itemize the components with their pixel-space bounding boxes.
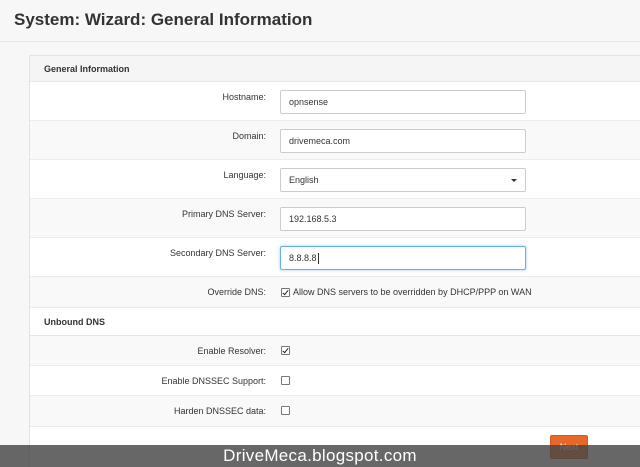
- watermark-text: DriveMeca.blogspot.com: [223, 446, 417, 465]
- enable-dnssec-label: Enable DNSSEC Support:: [161, 376, 266, 386]
- language-label: Language:: [223, 170, 266, 180]
- hostname-row: Hostname: opnsense: [30, 82, 640, 121]
- override-dns-label: Override DNS:: [207, 287, 266, 297]
- primary-dns-input[interactable]: 192.168.5.3: [280, 207, 526, 231]
- chevron-down-icon: [511, 179, 517, 182]
- harden-dnssec-label: Harden DNSSEC data:: [173, 406, 266, 416]
- secondary-dns-row: Secondary DNS Server: 8.8.8.8: [30, 238, 640, 277]
- page-header: System: Wizard: General Information: [0, 0, 640, 42]
- secondary-dns-label: Secondary DNS Server:: [169, 248, 266, 258]
- enable-resolver-label: Enable Resolver:: [197, 346, 266, 356]
- harden-dnssec-row: Harden DNSSEC data:: [30, 396, 640, 427]
- primary-dns-row: Primary DNS Server: 192.168.5.3: [30, 199, 640, 238]
- language-select[interactable]: English: [280, 168, 526, 192]
- secondary-dns-value: 8.8.8.8: [289, 253, 317, 263]
- checkmark-icon: [282, 346, 289, 354]
- enable-dnssec-checkbox[interactable]: [281, 376, 290, 385]
- domain-input[interactable]: drivemeca.com: [280, 129, 526, 153]
- override-dns-row: Override DNS: Allow DNS servers to be ov…: [30, 277, 640, 308]
- enable-resolver-row: Enable Resolver:: [30, 336, 640, 366]
- enable-resolver-checkbox[interactable]: [281, 346, 290, 355]
- secondary-dns-input[interactable]: 8.8.8.8: [280, 246, 526, 270]
- wizard-panel: General Information Hostname: opnsense D…: [29, 55, 640, 467]
- primary-dns-label: Primary DNS Server:: [181, 209, 266, 219]
- domain-label: Domain:: [232, 131, 266, 141]
- override-dns-text: Allow DNS servers to be overridden by DH…: [293, 287, 532, 297]
- domain-row: Domain: drivemeca.com: [30, 121, 640, 160]
- harden-dnssec-checkbox[interactable]: [281, 406, 290, 415]
- override-dns-checkbox[interactable]: [281, 288, 290, 297]
- section-general-information: General Information: [30, 56, 640, 82]
- language-select-value: English: [289, 175, 319, 185]
- hostname-label: Hostname:: [222, 92, 266, 102]
- hostname-input[interactable]: opnsense: [280, 90, 526, 114]
- page-title: System: Wizard: General Information: [14, 10, 313, 29]
- text-cursor: [317, 253, 319, 265]
- enable-dnssec-row: Enable DNSSEC Support:: [30, 366, 640, 396]
- checkmark-icon: [282, 288, 289, 296]
- language-row: Language: English: [30, 160, 640, 199]
- section-unbound-dns: Unbound DNS: [30, 308, 640, 336]
